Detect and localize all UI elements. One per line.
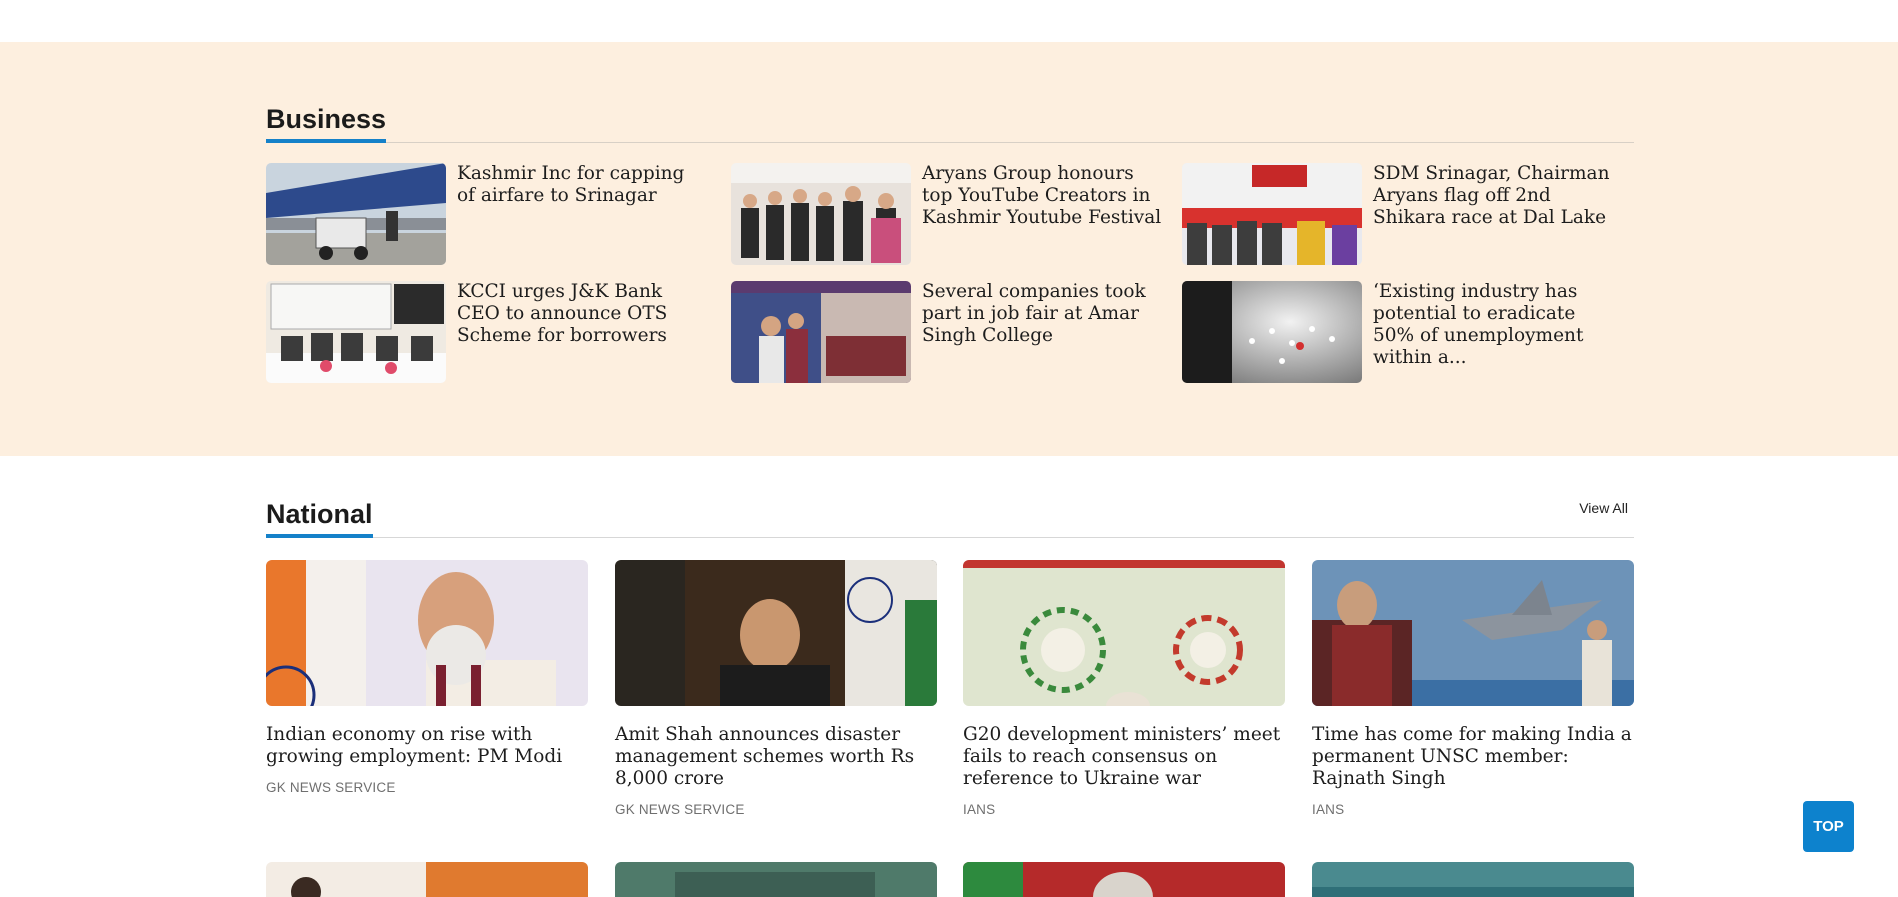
business-item-title[interactable]: Several companies took part in job fair … xyxy=(922,281,1162,347)
business-item-title[interactable]: KCCI urges J&K Bank CEO to announce OTS … xyxy=(457,281,697,347)
business-item[interactable]: KCCI urges J&K Bank CEO to announce OTS … xyxy=(266,281,706,383)
business-item[interactable]: ‘Existing industry has potential to erad… xyxy=(1182,281,1622,383)
national-card[interactable]: Indian economy on rise with growing empl… xyxy=(266,560,588,795)
business-thumbnail xyxy=(266,281,446,383)
national-card-source: GK NEWS SERVICE xyxy=(615,802,745,817)
business-item-title[interactable]: ‘Existing industry has potential to erad… xyxy=(1373,281,1613,369)
national-card-image xyxy=(266,560,588,706)
business-header: Business xyxy=(266,101,1634,143)
national-card[interactable]: Amit Shah announces disaster management … xyxy=(615,560,937,817)
business-thumbnail xyxy=(1182,281,1362,383)
national-card-image-partial[interactable] xyxy=(266,862,588,897)
national-card-title[interactable]: Amit Shah announces disaster management … xyxy=(615,724,937,790)
business-thumbnail xyxy=(731,281,911,383)
business-thumbnail xyxy=(731,163,911,265)
national-header: National View All xyxy=(266,496,1634,538)
business-thumbnail xyxy=(266,163,446,265)
business-item-title[interactable]: Aryans Group honours top YouTube Creator… xyxy=(922,163,1162,229)
national-card[interactable]: G20 development ministers’ meet fails to… xyxy=(963,560,1285,817)
business-item-title[interactable]: SDM Srinagar, Chairman Aryans flag off 2… xyxy=(1373,163,1613,229)
business-item[interactable]: SDM Srinagar, Chairman Aryans flag off 2… xyxy=(1182,163,1622,265)
national-card-image-partial[interactable] xyxy=(1312,862,1634,897)
national-section-title: National xyxy=(266,498,373,538)
national-card-image xyxy=(615,560,937,706)
business-item[interactable]: Aryans Group honours top YouTube Creator… xyxy=(731,163,1171,265)
national-card-source: GK NEWS SERVICE xyxy=(266,780,396,795)
business-item-title[interactable]: Kashmir Inc for capping of airfare to Sr… xyxy=(457,163,697,207)
back-to-top-button[interactable]: TOP xyxy=(1803,801,1854,852)
national-card-title[interactable]: G20 development ministers’ meet fails to… xyxy=(963,724,1285,790)
business-item[interactable]: Kashmir Inc for capping of airfare to Sr… xyxy=(266,163,706,265)
national-card-image-partial[interactable] xyxy=(615,862,937,897)
view-all-link[interactable]: View All xyxy=(1579,500,1628,516)
business-item[interactable]: Several companies took part in job fair … xyxy=(731,281,1171,383)
national-card-title[interactable]: Indian economy on rise with growing empl… xyxy=(266,724,588,768)
national-card-source: IANS xyxy=(1312,802,1345,817)
business-thumbnail xyxy=(1182,163,1362,265)
national-card-image xyxy=(1312,560,1634,706)
national-card-image-partial[interactable] xyxy=(963,862,1285,897)
national-card-source: IANS xyxy=(963,802,996,817)
national-card-image xyxy=(963,560,1285,706)
national-card-title[interactable]: Time has come for making India a permane… xyxy=(1312,724,1634,790)
national-card[interactable]: Time has come for making India a permane… xyxy=(1312,560,1634,817)
business-section-title: Business xyxy=(266,103,387,143)
